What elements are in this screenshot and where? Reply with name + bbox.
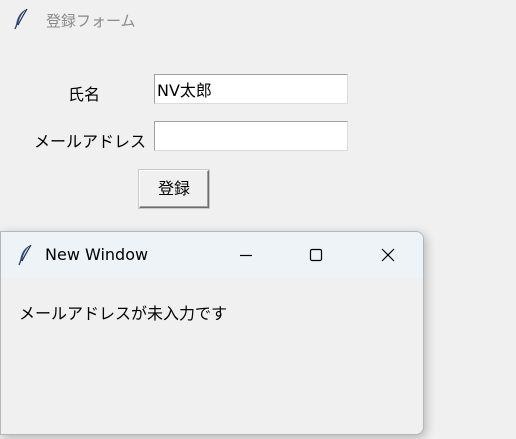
register-button[interactable]: 登録 <box>139 170 209 208</box>
popup-title: New Window <box>45 245 149 264</box>
popup-message: メールアドレスが未入力です <box>19 304 228 323</box>
close-icon <box>381 248 395 262</box>
popup-window: New Window メールアドレスが未入力です <box>0 231 424 435</box>
feather-icon <box>18 244 32 266</box>
name-field[interactable] <box>154 74 348 104</box>
maximize-button[interactable] <box>293 232 339 278</box>
minimize-icon <box>240 254 252 257</box>
email-label: メールアドレス <box>34 132 147 151</box>
popup-titlebar[interactable]: New Window <box>1 232 423 278</box>
name-label: 氏名 <box>68 85 101 104</box>
main-window-title: 登録フォーム <box>46 12 136 30</box>
feather-icon <box>14 8 28 30</box>
maximize-icon <box>309 248 323 262</box>
close-button[interactable] <box>365 232 411 278</box>
main-titlebar[interactable]: 登録フォーム <box>0 0 516 40</box>
email-field[interactable] <box>154 121 348 151</box>
minimize-button[interactable] <box>223 232 269 278</box>
